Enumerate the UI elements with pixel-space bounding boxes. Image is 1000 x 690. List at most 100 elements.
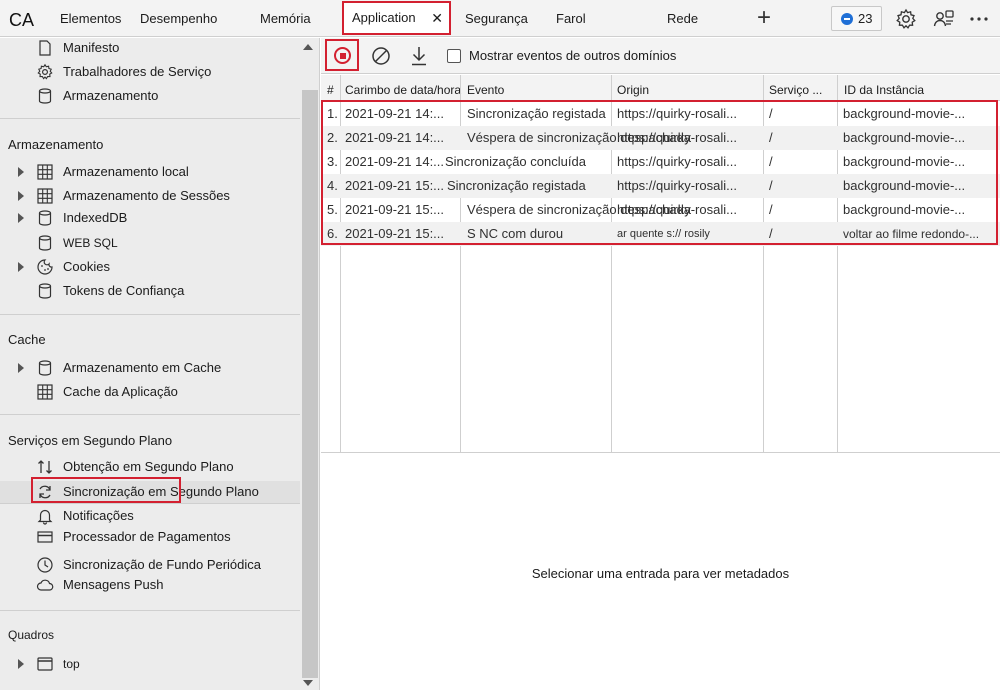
expand-arrow-icon[interactable]: [18, 262, 24, 272]
col-header-timestamp[interactable]: Carimbo de data/hora: [345, 75, 469, 101]
metadata-empty-message: Selecionar uma entrada para ver metadado…: [531, 566, 790, 581]
sidebar-item-periodic-sync[interactable]: Sincronização de Fundo Periódica: [0, 554, 300, 576]
col-header-origin[interactable]: Origin: [617, 75, 757, 101]
expand-arrow-icon[interactable]: [18, 363, 24, 373]
sidebar-item-indexeddb[interactable]: IndexedDB: [0, 207, 300, 229]
sidebar-item-label: Armazenamento em Cache: [63, 360, 222, 375]
sidebar-item-label: Obtenção em Segundo Plano: [63, 459, 234, 474]
show-other-domains-checkbox[interactable]: [447, 49, 461, 63]
sidebar-item-service-workers[interactable]: Trabalhadores de Serviço: [0, 61, 300, 83]
sidebar-item-label: Armazenamento local: [63, 164, 189, 179]
sidebar-section-frames: Quadros: [8, 628, 55, 642]
expand-arrow-icon[interactable]: [18, 167, 24, 177]
sidebar-item-label: Mensagens Push: [63, 577, 164, 592]
download-icon[interactable]: [409, 45, 429, 67]
expand-arrow-icon[interactable]: [18, 213, 24, 223]
tab-farol[interactable]: Farol: [556, 0, 586, 37]
cookie-icon: [37, 259, 53, 275]
sidebar-item-storage[interactable]: Armazenamento: [0, 85, 300, 107]
events-table: # Carimbo de data/hora Evento Origin Ser…: [321, 75, 1000, 453]
sidebar-item-trust-tokens[interactable]: Tokens de Confiança: [0, 280, 300, 302]
sidebar-item-web-sql[interactable]: WEB SQL: [0, 232, 300, 254]
sidebar-item-label: Trabalhadores de Serviço: [63, 64, 212, 79]
tab-application-label: Application: [352, 10, 416, 25]
document-icon: [39, 40, 51, 56]
sidebar-item-label: Manifesto: [63, 40, 120, 55]
sidebar-item-label: Cache da Aplicação: [63, 384, 178, 399]
sidebar-scroll-thumb[interactable]: [302, 90, 318, 678]
issues-count: 23: [858, 11, 873, 26]
settings-gear-icon[interactable]: [894, 7, 918, 31]
database-icon: [38, 210, 52, 226]
tab-seguranca[interactable]: Segurança: [465, 0, 528, 37]
sidebar-section-storage: Armazenamento: [8, 137, 104, 152]
sidebar-divider: [0, 118, 300, 119]
sidebar-divider: [0, 610, 300, 611]
scroll-up-arrow-icon[interactable]: [303, 44, 313, 50]
application-sidebar: Manifesto Trabalhadores de Serviço Armaz…: [0, 38, 320, 690]
sidebar-item-background-fetch[interactable]: Obtenção em Segundo Plano: [0, 456, 300, 478]
up-down-arrows-icon: [38, 460, 52, 474]
sidebar-divider: [0, 414, 300, 415]
col-header-event[interactable]: Evento: [467, 75, 607, 101]
message-bubble-icon: [841, 13, 853, 25]
sidebar-item-label: Tokens de Confiança: [63, 283, 185, 298]
col-header-instance-id[interactable]: ID da Instância: [844, 75, 994, 101]
rows-highlight-box: [321, 100, 998, 245]
sidebar-item-label: Notificações: [63, 508, 134, 523]
sidebar-item-label: IndexedDB: [63, 210, 128, 225]
gear-icon: [37, 63, 53, 80]
table-grid-icon: [37, 188, 53, 204]
sidebar-item-label: WEB SQL: [63, 236, 118, 250]
clock-icon: [37, 557, 53, 573]
close-tab-icon[interactable]: ✕: [431, 3, 443, 33]
background-sync-toolbar: Mostrar eventos de outros domínios: [321, 38, 1000, 74]
sidebar-item-application-cache[interactable]: Cache da Aplicação: [0, 381, 300, 403]
sidebar-item-push-messaging[interactable]: Mensagens Push: [0, 574, 300, 596]
sidebar-item-cookies[interactable]: Cookies: [0, 256, 300, 278]
cloud-icon: [36, 579, 54, 591]
database-icon: [38, 360, 52, 376]
metadata-pane: Selecionar uma entrada para ver metadado…: [321, 454, 1000, 690]
issues-counter-button[interactable]: 23: [831, 6, 882, 31]
sidebar-section-background-services: Serviços em Segundo Plano: [8, 433, 173, 448]
scroll-down-arrow-icon[interactable]: [303, 680, 313, 686]
sidebar-item-label: Cookies: [63, 259, 110, 274]
sidebar-item-manifesto[interactable]: Manifesto: [0, 38, 300, 59]
sidebar-item-payment-handler[interactable]: Processador de Pagamentos: [0, 526, 300, 548]
selected-underline: [0, 503, 300, 504]
sidebar-item-label: top: [63, 657, 80, 671]
sidebar-divider: [0, 314, 300, 315]
expand-arrow-icon[interactable]: [18, 659, 24, 669]
col-header-index[interactable]: #: [327, 75, 339, 101]
expand-arrow-icon[interactable]: [18, 191, 24, 201]
clear-icon[interactable]: [371, 46, 391, 66]
sidebar-item-local-storage[interactable]: Armazenamento local: [0, 161, 300, 183]
sidebar-item-label: Armazenamento: [63, 88, 159, 103]
sidebar-item-frame-top[interactable]: top: [0, 653, 300, 675]
tab-application[interactable]: Application ✕: [342, 1, 451, 35]
more-options-icon[interactable]: [967, 7, 991, 31]
database-icon: [38, 283, 52, 299]
tab-rede[interactable]: Rede: [667, 0, 698, 37]
sidebar-item-cache-storage[interactable]: Armazenamento em Cache: [0, 357, 300, 379]
database-icon: [38, 235, 52, 251]
show-other-domains-label: Mostrar eventos de outros domínios: [469, 48, 677, 63]
record-button[interactable]: [325, 39, 359, 71]
app-logo: CA: [9, 10, 35, 30]
devtools-tab-bar: CA Elementos Desempenho Memória Applicat…: [0, 0, 1000, 37]
record-stop-icon: [334, 47, 351, 64]
sidebar-item-notifications[interactable]: Notificações: [0, 505, 300, 527]
add-tab-button[interactable]: +: [757, 4, 771, 32]
table-grid-icon: [37, 384, 53, 400]
sidebar-item-session-storage[interactable]: Armazenamento de Sessões: [0, 185, 300, 207]
bell-icon: [37, 509, 53, 525]
feedback-user-icon[interactable]: [932, 7, 956, 31]
sidebar-section-cache: Cache: [8, 332, 46, 347]
col-header-service-worker[interactable]: Serviço ...: [769, 75, 831, 101]
tab-elementos[interactable]: Elementos: [60, 0, 121, 37]
tab-desempenho[interactable]: Desempenho: [140, 0, 217, 37]
sync-highlight-box: [31, 477, 181, 503]
tab-memoria[interactable]: Memória: [260, 0, 311, 37]
card-icon: [37, 531, 53, 543]
